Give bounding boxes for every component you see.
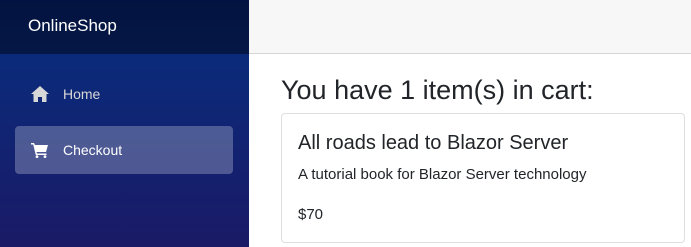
cart-item-card: All roads lead to Blazor Server A tutori… [281, 113, 685, 243]
brand-link[interactable]: OnlineShop [28, 16, 117, 36]
sidebar-item-label: Checkout [63, 142, 123, 158]
sidebar-item-home[interactable]: Home [15, 70, 233, 118]
product-price: $70 [298, 206, 324, 223]
home-icon [31, 85, 49, 103]
page-title: You have 1 item(s) in cart: [281, 75, 594, 105]
brand-bar: OnlineShop [0, 0, 249, 54]
sidebar-item-checkout[interactable]: Checkout [15, 126, 233, 174]
cart-icon [31, 141, 49, 159]
sidebar-item-label: Home [63, 86, 101, 102]
top-row [249, 0, 691, 54]
sidebar: OnlineShop Home Checkout [0, 0, 249, 247]
main-content: You have 1 item(s) in cart: All roads le… [249, 54, 691, 247]
product-title: All roads lead to Blazor Server [298, 132, 569, 154]
product-description: A tutorial book for Blazor Server techno… [298, 166, 587, 183]
